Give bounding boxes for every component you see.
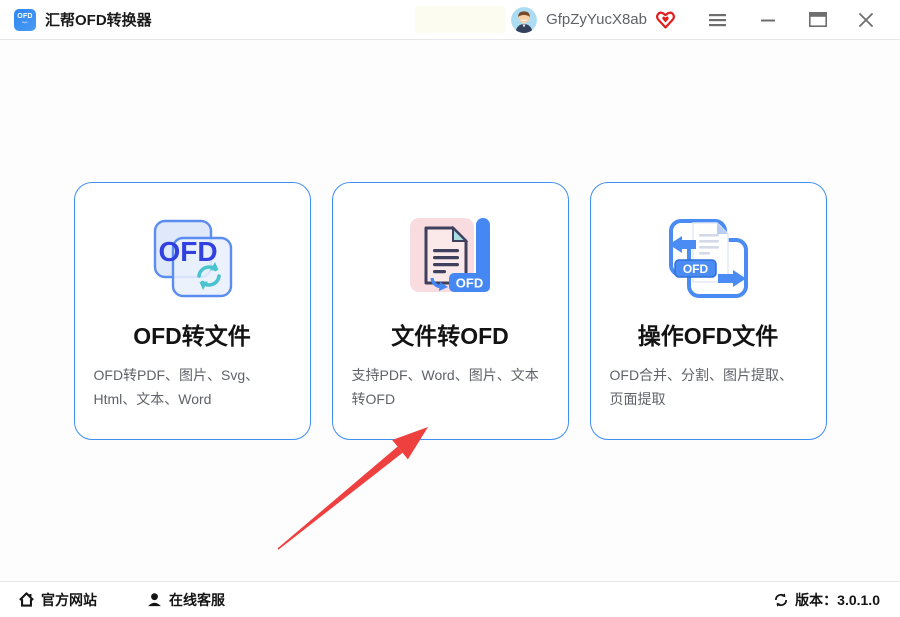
official-website-link[interactable]: 官方网站 [18,590,97,610]
card-desc: OFD合并、分割、图片提取、页面提取 [609,367,794,407]
ofd-to-file-icon-label: OFD [158,236,217,267]
refresh-icon[interactable] [773,592,789,608]
app-logo-icon: OFD -⌐ [14,8,36,31]
home-icon [19,592,34,607]
official-website-label: 官方网站 [41,591,97,608]
card-title: 文件转OFD [391,323,509,349]
feature-cards: OFD OFD转文件 OFD转PDF、图片、Svg、Html、文本、Word O… [0,40,900,440]
card-ofd-to-file[interactable]: OFD OFD转文件 OFD转PDF、图片、Svg、Html、文本、Word [73,182,311,440]
card-title: 操作OFD文件 [637,323,779,349]
online-support-label: 在线客服 [169,591,225,608]
card-file-to-ofd[interactable]: OFD 文件转OFD 支持PDF、Word、图片、文本转OFD [331,182,569,440]
app-logo-arrow: -⌐ [22,20,28,26]
main-area: OFD OFD转文件 OFD转PDF、图片、Svg、Html、文本、Word O… [0,40,900,581]
footer-bar: 官方网站 在线客服 版本：3.0.1.0 [0,581,900,617]
username[interactable]: GfpZyYucX8ab [546,11,647,28]
faint-promo-button[interactable] [415,6,506,33]
user-cluster: GfpZyYucX8ab [511,6,677,33]
operate-ofd-icon-label: OFD [683,262,709,276]
titlebar: OFD -⌐ 汇帮OFD转换器 GfpZyYucX8ab [0,0,900,40]
ofd-to-file-icon: OFD [146,212,238,304]
app-title: 汇帮OFD转换器 [45,12,152,29]
window-controls [677,10,876,30]
file-to-ofd-icon-label: OFD [456,276,483,291]
minimize-button[interactable] [758,10,778,30]
maximize-button[interactable] [808,10,828,30]
card-title: OFD转文件 [133,323,251,349]
card-operate-ofd[interactable]: OFD 操作OFD文件 OFD合并、分割、图片提取、页面提取 [589,182,827,440]
vip-heart-icon[interactable] [655,9,677,31]
person-icon [148,593,161,607]
online-support-link[interactable]: 在线客服 [146,590,225,610]
version-info: 版本：3.0.1.0 [773,590,880,610]
user-avatar[interactable] [511,6,538,33]
card-desc: OFD转PDF、图片、Svg、Html、文本、Word [93,367,260,407]
file-to-ofd-icon: OFD [404,212,496,304]
close-button[interactable] [856,10,876,30]
app-logo-text: OFD [17,13,33,20]
card-desc: 支持PDF、Word、图片、文本转OFD [351,367,539,407]
hamburger-menu-icon[interactable] [707,10,727,30]
operate-ofd-icon: OFD [662,212,754,304]
version-label: 版本：3.0.1.0 [795,591,880,608]
